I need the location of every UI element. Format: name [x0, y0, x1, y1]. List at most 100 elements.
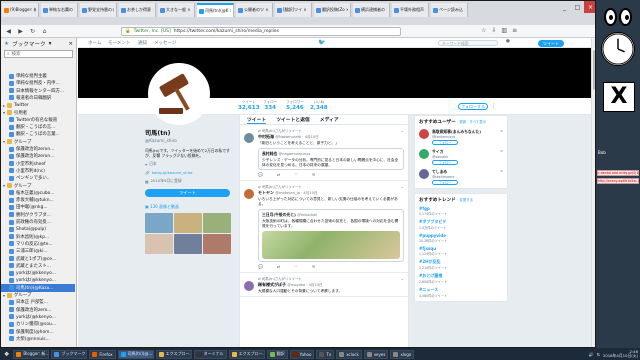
more-options-icon[interactable]: ⋮: [491, 103, 496, 109]
profile-name[interactable]: 司馬(tn): [145, 128, 235, 137]
account-avatar-icon[interactable]: ●: [506, 39, 510, 44]
nav-notifications[interactable]: 通知: [138, 40, 147, 46]
browser-tab[interactable]: 公開者のツ ×: [236, 3, 273, 17]
page-scrollbar[interactable]: [591, 38, 595, 347]
media-thumbnail[interactable]: [203, 213, 231, 233]
user-avatar[interactable]: [419, 169, 429, 179]
volume-icon[interactable]: 🔊: [589, 352, 594, 357]
taskbar-item[interactable]: Firefox: [89, 349, 116, 359]
suggested-user[interactable]: 鳥取県知事(まんみちなんた) @torikennsyo フォロー ×: [419, 129, 503, 145]
tweet-image[interactable]: [262, 230, 400, 259]
twitter-logo-icon[interactable]: 🐦: [318, 39, 325, 46]
tweet-author[interactable]: モトヤン @motoyan_jp · 4月10日: [258, 190, 404, 196]
trend-item[interactable]: #2Hが反乱 3,210件のツイート: [419, 259, 503, 270]
follow-user-button[interactable]: フォロー: [432, 160, 458, 165]
trend-item[interactable]: #puppyvide 10.2K件のツイート: [419, 233, 503, 243]
dismiss-icon[interactable]: ×: [500, 149, 503, 153]
reply-icon[interactable]: 💬: [258, 264, 263, 269]
desktop-note[interactable]: http://anony.wpt0t1b5xc.jp/d11619: [597, 178, 639, 184]
taskbar-item[interactable]: ターミナル: [193, 349, 227, 359]
star-icon[interactable]: ☆: [481, 27, 486, 34]
photos-videos-link[interactable]: ▣ 130 画像と動画: [145, 204, 235, 210]
tweet-avatar[interactable]: [244, 133, 254, 143]
trend-item[interactable]: #fgp 5,174件のツイート: [419, 206, 503, 216]
browser-tab[interactable]: 平壌外務相声 ×: [392, 3, 429, 17]
like-icon[interactable]: ♡: [294, 172, 298, 177]
profile-handle[interactable]: @Kazumi_shiro: [145, 138, 235, 143]
like-icon[interactable]: ♡: [294, 264, 298, 269]
url-text[interactable]: https://twitter.com/kazumi_shiro/media_r…: [174, 29, 279, 34]
chevron-down-icon[interactable]: ⌄: [401, 128, 404, 133]
browser-tab[interactable]: 横浜逮捕者の ×: [353, 3, 390, 17]
media-thumbnail[interactable]: [174, 213, 202, 233]
reload-icon[interactable]: ↻: [28, 27, 37, 36]
desktop-note[interactable]: c:dental.add.milky.gv(0)1.jp: [597, 170, 639, 176]
taskbar-item[interactable]: Yahoo: [289, 349, 315, 359]
bookmark-item[interactable]: 大柴(@nnnuis...: [1, 335, 75, 343]
taskbar-item[interactable]: 司馬(tn)(@...: [117, 349, 154, 359]
stat-following[interactable]: フォロー 334: [263, 100, 277, 111]
media-thumbnail[interactable]: [145, 213, 173, 233]
taskbar-item[interactable]: xclock: [336, 349, 362, 359]
menu-icon[interactable]: ≡: [512, 27, 517, 34]
chevron-down-icon[interactable]: ⌄: [401, 184, 404, 189]
taskbar-item[interactable]: xlogo: [390, 349, 415, 359]
taskbar-item[interactable]: エクスプロー...: [228, 349, 265, 359]
suggested-user[interactable]: てしまめ @teshimame フォロー ×: [419, 169, 503, 185]
network-icon[interactable]: ⇅: [597, 352, 600, 357]
compose-tweet-button[interactable]: ツイート: [538, 40, 564, 47]
maximize-button[interactable]: □: [571, 1, 584, 13]
stat-likes[interactable]: いいね 2,348: [310, 100, 328, 111]
stat-tweets[interactable]: ツイート 32,613: [238, 100, 260, 111]
photos-count[interactable]: 130 画像と動画: [150, 204, 179, 209]
user-avatar[interactable]: [419, 149, 429, 159]
profile-link[interactable]: 🔗 twtrg.jp/kazumi_shiro: [145, 170, 235, 175]
follow-user-button[interactable]: フォロー: [432, 180, 458, 185]
browser-tab[interactable]: 野党支持層のテ ×: [80, 3, 117, 17]
forward-icon[interactable]: ▶: [16, 27, 25, 36]
nav-messages[interactable]: メッセージ: [154, 40, 176, 46]
retweet-icon[interactable]: ⇄: [277, 264, 280, 269]
tray-clock[interactable]: 2:46 2018年4月10日(火): [603, 349, 638, 359]
sidebar-title[interactable]: ブックマーク: [12, 40, 46, 48]
suggested-user[interactable]: サイカ @saikakk フォロー ×: [419, 149, 503, 165]
trend-item[interactable]: #ボブブタビテ 1.4万件のツイート: [419, 219, 503, 230]
media-thumbnail[interactable]: [174, 234, 202, 254]
browser-tab[interactable]: 単純な右翼の ×: [41, 3, 78, 17]
browser-tab[interactable]: 翻訳投稿(Zo ×: [314, 3, 351, 17]
follow-user-button[interactable]: フォロー: [432, 140, 458, 145]
library-icon[interactable]: ▥: [501, 27, 507, 34]
scroll-thumb[interactable]: [593, 50, 595, 90]
tweet-author[interactable]: 稀有様式がぼ子 @moyoko · 4月10日: [258, 282, 404, 288]
browser-tab[interactable]: ページ読み込 ×: [431, 3, 468, 17]
quoted-tweet[interactable]: 長村純也 @nagamurajunya 少子レンズ・データの分析。専門的に見ると…: [258, 147, 404, 171]
taskbar-item[interactable]: ブックマーク: [51, 349, 88, 359]
download-icon[interactable]: ⇩: [491, 27, 496, 34]
trend-item[interactable]: #おとげ屋根 2,600件のツイート: [419, 273, 503, 284]
quoted-tweet[interactable]: 三日月(午後の光と) @mikaduki 大阪技術の町は、各種規模に合わせた技術…: [258, 208, 404, 262]
dismiss-icon[interactable]: ×: [500, 129, 503, 133]
taskbar-item[interactable]: 翻訳: [266, 349, 288, 359]
media-thumbnail[interactable]: [203, 234, 231, 254]
back-icon[interactable]: ◀: [4, 27, 13, 36]
taskbar-item[interactable]: エクスプロー...: [155, 349, 192, 359]
media-thumbnail[interactable]: [145, 234, 173, 254]
tweet-to-button[interactable]: ツイート: [145, 189, 230, 197]
follow-button[interactable]: フォローする: [458, 103, 488, 110]
browser-tab[interactable]: お茶しか得意 ×: [119, 3, 156, 17]
tweet[interactable]: ⇄ 司馬(tn)さんがリツイート 中村拓海 @NakamuraHi · 4月10…: [240, 125, 408, 182]
browser-tab[interactable]: [翻訳]ツイ ×: [275, 3, 312, 17]
dm-icon[interactable]: ✉: [312, 172, 315, 177]
dm-icon[interactable]: ✉: [312, 264, 315, 269]
profile-avatar[interactable]: [148, 63, 210, 125]
taskbar-item[interactable]: Blogger: 新...: [13, 349, 50, 359]
tab-media[interactable]: メディア: [320, 116, 339, 123]
taskbar-item[interactable]: xeyes: [363, 349, 389, 359]
stat-followers[interactable]: フォロワー 5,246: [286, 100, 304, 111]
dismiss-icon[interactable]: ×: [500, 169, 503, 173]
browser-tab[interactable]: (9)Blogger: 新 ×: [2, 3, 39, 17]
link-text[interactable]: twtrg.jp/kazumi_shiro: [152, 170, 193, 175]
browser-tab[interactable]: 司馬(tn)(@K ×: [197, 3, 234, 17]
sidebar-search-input[interactable]: ⌕ 検索: [4, 50, 73, 58]
nav-home[interactable]: ホーム: [88, 40, 101, 46]
